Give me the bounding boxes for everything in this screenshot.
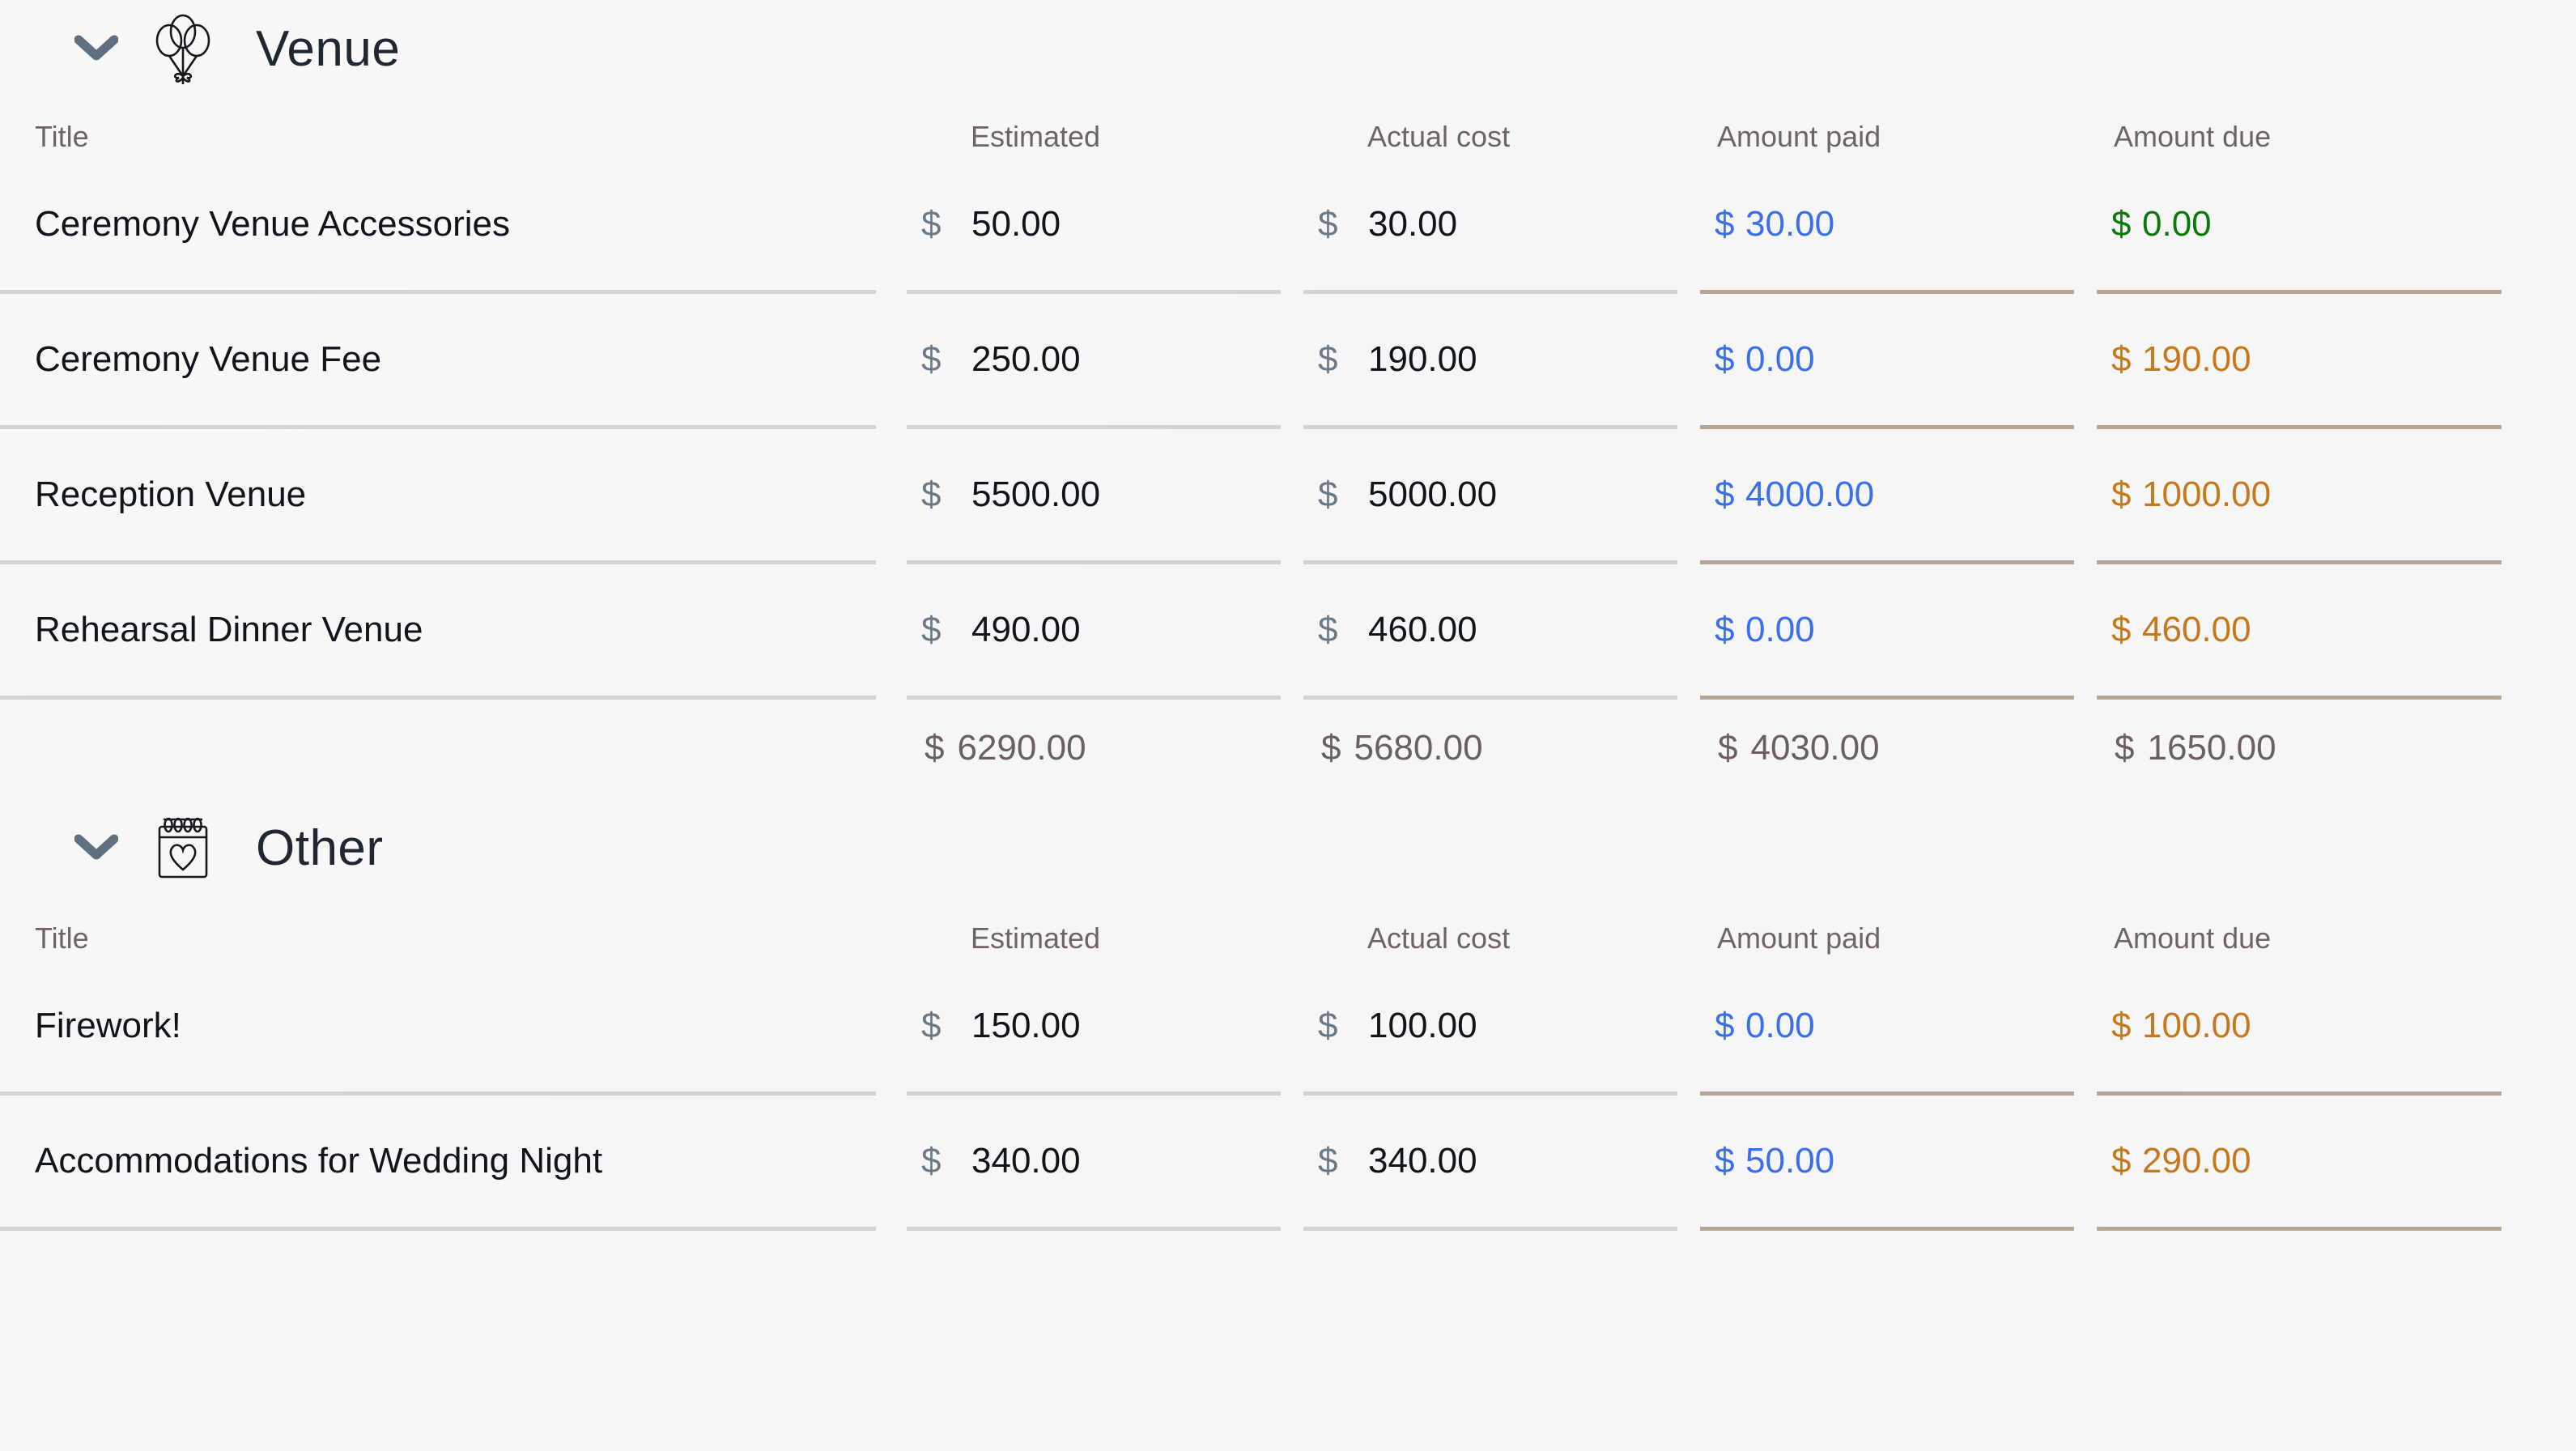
currency-symbol: $: [1715, 610, 1735, 649]
currency-symbol: $: [921, 204, 942, 244]
section-header-other: Other: [0, 797, 2576, 899]
column-header-actual-cost: Actual cost: [1367, 921, 1511, 955]
currency-symbol: $: [921, 610, 942, 649]
currency-symbol: $: [921, 339, 942, 379]
cell-amount-paid[interactable]: $0.00: [1700, 564, 2097, 700]
section-title: Other: [256, 819, 384, 876]
section-header-venue: Venue: [0, 0, 2576, 97]
currency-symbol: $: [921, 1141, 942, 1181]
cell-amount-due[interactable]: $100.00: [2097, 960, 2576, 1096]
section-title: Venue: [256, 20, 401, 77]
currency-symbol: $: [1318, 610, 1338, 649]
table-header-row: Title Estimated Actual cost Amount paid …: [0, 899, 2576, 960]
column-header-amount-due: Amount due: [2114, 921, 2272, 955]
currency-symbol: $: [1715, 339, 1735, 379]
cell-amount-due[interactable]: $290.00: [2097, 1096, 2576, 1231]
currency-symbol: $: [1715, 474, 1735, 514]
cell-title[interactable]: Accommodations for Wedding Night: [0, 1096, 907, 1231]
currency-symbol: $: [2111, 610, 2132, 649]
table-row[interactable]: Accommodations for Wedding Night $340.00…: [0, 1096, 2576, 1231]
table-row[interactable]: Ceremony Venue Fee $250.00 $190.00 $0.00…: [0, 294, 2576, 429]
cell-estimated[interactable]: $250.00: [907, 294, 1303, 429]
cell-estimated[interactable]: $50.00: [907, 159, 1303, 294]
currency-symbol: $: [925, 728, 945, 768]
balloons-icon: [144, 10, 222, 87]
column-header-amount-paid: Amount paid: [1717, 120, 1881, 153]
currency-symbol: $: [2111, 204, 2132, 244]
currency-symbol: $: [1718, 728, 1738, 768]
cell-amount-due[interactable]: $190.00: [2097, 294, 2576, 429]
cell-actual-cost[interactable]: $190.00: [1303, 294, 1700, 429]
chevron-down-icon[interactable]: [66, 818, 126, 878]
cell-amount-due[interactable]: $1000.00: [2097, 429, 2576, 564]
currency-symbol: $: [1321, 728, 1341, 768]
chevron-down-icon[interactable]: [66, 19, 126, 79]
cell-actual-cost[interactable]: $5000.00: [1303, 429, 1700, 564]
cell-amount-paid[interactable]: $30.00: [1700, 159, 2097, 294]
cell-actual-cost[interactable]: $460.00: [1303, 564, 1700, 700]
currency-symbol: $: [2111, 474, 2132, 514]
budget-page: Venue Title Estimated Actual cost Amount…: [0, 0, 2576, 1451]
cell-actual-cost[interactable]: $100.00: [1303, 960, 1700, 1096]
cell-amount-paid[interactable]: $0.00: [1700, 294, 2097, 429]
column-header-title: Title: [35, 921, 89, 955]
budget-table-venue: Title Estimated Actual cost Amount paid …: [0, 97, 2576, 797]
currency-symbol: $: [1318, 204, 1338, 244]
budget-table-other: Title Estimated Actual cost Amount paid …: [0, 899, 2576, 1231]
currency-symbol: $: [2111, 1006, 2132, 1045]
cell-amount-paid[interactable]: $4000.00: [1700, 429, 2097, 564]
cell-estimated[interactable]: $5500.00: [907, 429, 1303, 564]
cell-estimated[interactable]: $490.00: [907, 564, 1303, 700]
cell-amount-paid[interactable]: $0.00: [1700, 960, 2097, 1096]
currency-symbol: $: [921, 1006, 942, 1045]
table-totals-row: $6290.00 $5680.00 $4030.00 $1650.00: [0, 700, 2576, 797]
cell-amount-due[interactable]: $460.00: [2097, 564, 2576, 700]
table-row[interactable]: Rehearsal Dinner Venue $490.00 $460.00 $…: [0, 564, 2576, 700]
cell-estimated[interactable]: $150.00: [907, 960, 1303, 1096]
cell-total-actual-cost: $5680.00: [1321, 728, 1483, 768]
currency-symbol: $: [1318, 474, 1338, 514]
currency-symbol: $: [1318, 1006, 1338, 1045]
column-header-title: Title: [35, 120, 89, 153]
cell-title[interactable]: Ceremony Venue Fee: [0, 294, 907, 429]
column-header-actual-cost: Actual cost: [1367, 120, 1511, 153]
currency-symbol: $: [921, 474, 942, 514]
cell-total-estimated: $6290.00: [925, 728, 1086, 768]
currency-symbol: $: [1715, 204, 1735, 244]
table-header-row: Title Estimated Actual cost Amount paid …: [0, 97, 2576, 159]
cell-title[interactable]: Rehearsal Dinner Venue: [0, 564, 907, 700]
currency-symbol: $: [1715, 1006, 1735, 1045]
cell-total-amount-due: $1650.00: [2115, 728, 2276, 768]
currency-symbol: $: [1715, 1141, 1735, 1181]
column-header-amount-due: Amount due: [2114, 120, 2272, 153]
cell-title[interactable]: Ceremony Venue Accessories: [0, 159, 907, 294]
calendar-heart-icon: [144, 809, 222, 887]
cell-total-amount-paid: $4030.00: [1718, 728, 1880, 768]
column-header-estimated: Estimated: [971, 921, 1101, 955]
currency-symbol: $: [1318, 339, 1338, 379]
table-row[interactable]: Firework! $150.00 $100.00 $0.00 $100.00: [0, 960, 2576, 1096]
column-header-estimated: Estimated: [971, 120, 1101, 153]
table-row[interactable]: Reception Venue $5500.00 $5000.00 $4000.…: [0, 429, 2576, 564]
currency-symbol: $: [2111, 1141, 2132, 1181]
cell-title[interactable]: Reception Venue: [0, 429, 907, 564]
cell-title[interactable]: Firework!: [0, 960, 907, 1096]
column-header-amount-paid: Amount paid: [1717, 921, 1881, 955]
table-row[interactable]: Ceremony Venue Accessories $50.00 $30.00…: [0, 159, 2576, 294]
cell-totals-label: [0, 700, 907, 797]
currency-symbol: $: [2111, 339, 2132, 379]
cell-estimated[interactable]: $340.00: [907, 1096, 1303, 1231]
cell-actual-cost[interactable]: $340.00: [1303, 1096, 1700, 1231]
cell-amount-due[interactable]: $0.00: [2097, 159, 2576, 294]
currency-symbol: $: [2115, 728, 2135, 768]
currency-symbol: $: [1318, 1141, 1338, 1181]
cell-amount-paid[interactable]: $50.00: [1700, 1096, 2097, 1231]
cell-actual-cost[interactable]: $30.00: [1303, 159, 1700, 294]
